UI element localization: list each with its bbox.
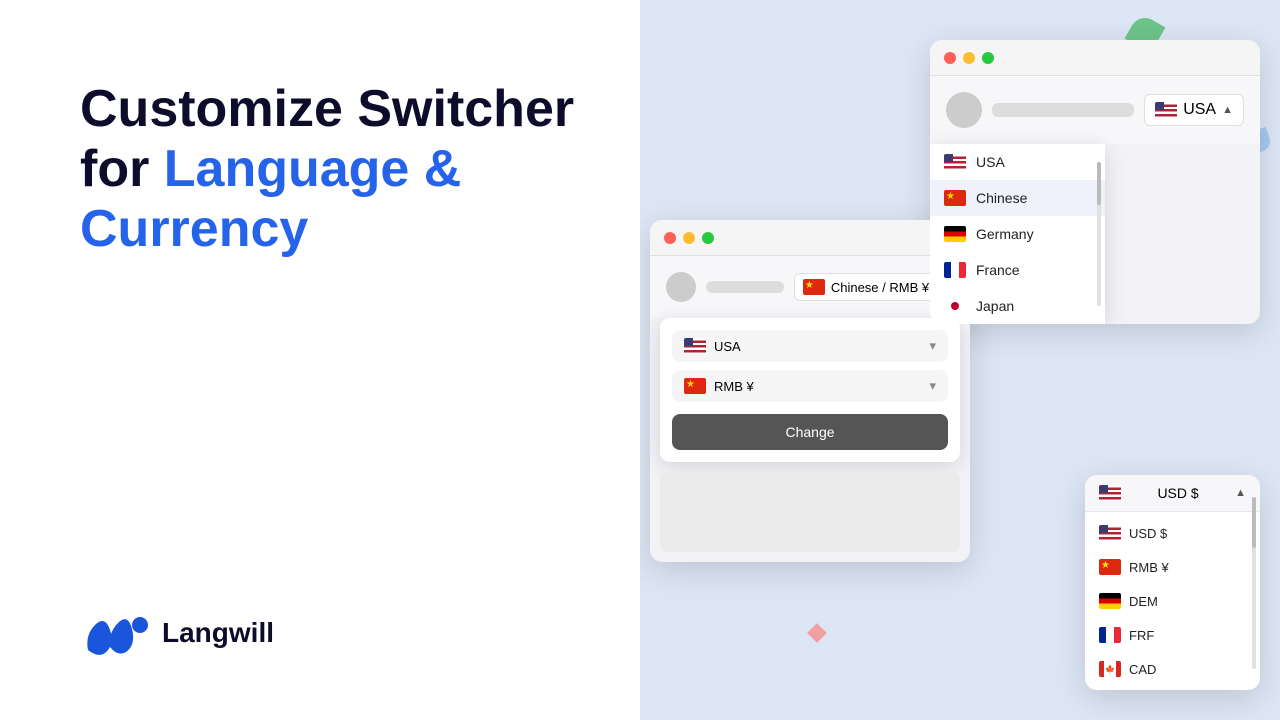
lang-option-usa[interactable]: USA [930, 144, 1105, 180]
flag-us-curr-header [1099, 485, 1121, 501]
traffic-light-yellow-2 [683, 232, 695, 244]
currency-dropdown-window: USD $ ▲ USD $ RMB ¥ DEM [1085, 475, 1260, 690]
flag-de-curr-dem [1099, 593, 1121, 609]
avatar-1 [946, 92, 982, 128]
headline-blue: Language & [164, 140, 462, 198]
change-button[interactable]: Change [672, 414, 948, 450]
deco-dot-bottom-left [807, 623, 827, 643]
headline-line1: Customize Switcher [80, 80, 574, 138]
left-panel: Customize Switcher for Language & Curren… [0, 0, 640, 720]
curr-option-frf[interactable]: FRF [1085, 618, 1260, 652]
flag-us-option [944, 154, 966, 170]
flag-us-lang-select [684, 338, 706, 354]
win3-header: USD $ ▲ [1085, 475, 1260, 512]
curr-option-dem[interactable]: DEM [1085, 584, 1260, 618]
avatar-2 [666, 272, 696, 302]
traffic-light-red-1 [944, 52, 956, 64]
flag-cn-option [944, 190, 966, 206]
titlebar-2 [650, 220, 970, 256]
flag-us-icon [1155, 102, 1177, 118]
flag-de-option [944, 226, 966, 242]
chevron-down-lang: ▾ [929, 338, 936, 354]
traffic-light-red-2 [664, 232, 676, 244]
logo-area: Langwill [80, 605, 580, 660]
titlebar-1 [930, 40, 1260, 76]
scrollbar-track-3 [1252, 497, 1256, 669]
language-dropdown: USA Chinese Germany France [930, 144, 1105, 324]
scrollbar-thumb-3 [1252, 497, 1256, 549]
headline-text: Customize Switcher for Language & Curren… [80, 80, 580, 259]
language-select-row[interactable]: USA ▾ [672, 330, 948, 362]
flag-cn-curr-rmb [1099, 559, 1121, 575]
logo-text: Langwill [162, 617, 274, 649]
lang-select-label: USA [714, 339, 741, 354]
nav-placeholder-2 [706, 281, 784, 293]
curr-option-rmb[interactable]: RMB ¥ [1085, 550, 1260, 584]
headline-line3: Currency [80, 200, 308, 258]
curr-select-label: RMB ¥ [714, 379, 754, 394]
curr-header-label: USD $ [1157, 485, 1198, 501]
currency-select-row[interactable]: RMB ¥ ▾ [672, 370, 948, 402]
current-lang-label: USA [1183, 101, 1216, 119]
traffic-light-green-1 [982, 52, 994, 64]
win2-body-placeholder [660, 472, 960, 552]
currency-dropdown-list: USD $ RMB ¥ DEM FRF [1085, 512, 1260, 690]
headline: Customize Switcher for Language & Curren… [80, 80, 580, 259]
flag-cn-curr-select [684, 378, 706, 394]
flag-jp-option [944, 298, 966, 314]
language-window: USA ▲ USA Chinese Germany [930, 40, 1260, 324]
right-panel: USA ▲ USA Chinese Germany [640, 0, 1280, 720]
flag-fr-option [944, 262, 966, 278]
up-arrow-icon: ▲ [1222, 104, 1233, 116]
traffic-light-green-2 [702, 232, 714, 244]
lang-curr-label: Chinese / RMB ¥ [831, 280, 929, 295]
flag-ca-curr-cad: 🍁 [1099, 661, 1121, 677]
headline-line2: for [80, 140, 164, 198]
flag-fr-curr-frf [1099, 627, 1121, 643]
lang-option-france[interactable]: France [930, 252, 1105, 288]
langwill-logo-icon [80, 605, 150, 660]
curr-option-cad[interactable]: 🍁 CAD [1085, 652, 1260, 686]
lang-option-chinese[interactable]: Chinese [930, 180, 1105, 216]
nav-placeholder-1 [992, 103, 1134, 117]
currency-language-window: Chinese / RMB ¥ ▲ USA ▾ RMB ¥ ▾ Change [650, 220, 970, 562]
flag-us-curr-usd [1099, 525, 1121, 541]
scrollbar-track-1 [1097, 162, 1101, 306]
flag-cn-btn [803, 279, 825, 295]
lang-switcher-button[interactable]: USA ▲ [1144, 94, 1244, 126]
win2-header-bar: Chinese / RMB ¥ ▲ [650, 256, 970, 318]
curr-option-usd[interactable]: USD $ [1085, 516, 1260, 550]
win1-content: USA ▲ [930, 76, 1260, 144]
traffic-light-yellow-1 [963, 52, 975, 64]
lang-option-germany[interactable]: Germany [930, 216, 1105, 252]
chevron-down-curr: ▾ [929, 378, 936, 394]
scrollbar-thumb-1 [1097, 162, 1101, 205]
up-arrow-curr: ▲ [1235, 487, 1246, 499]
win2-dropdown: USA ▾ RMB ¥ ▾ Change [660, 318, 960, 462]
lang-option-japan[interactable]: Japan [930, 288, 1105, 324]
